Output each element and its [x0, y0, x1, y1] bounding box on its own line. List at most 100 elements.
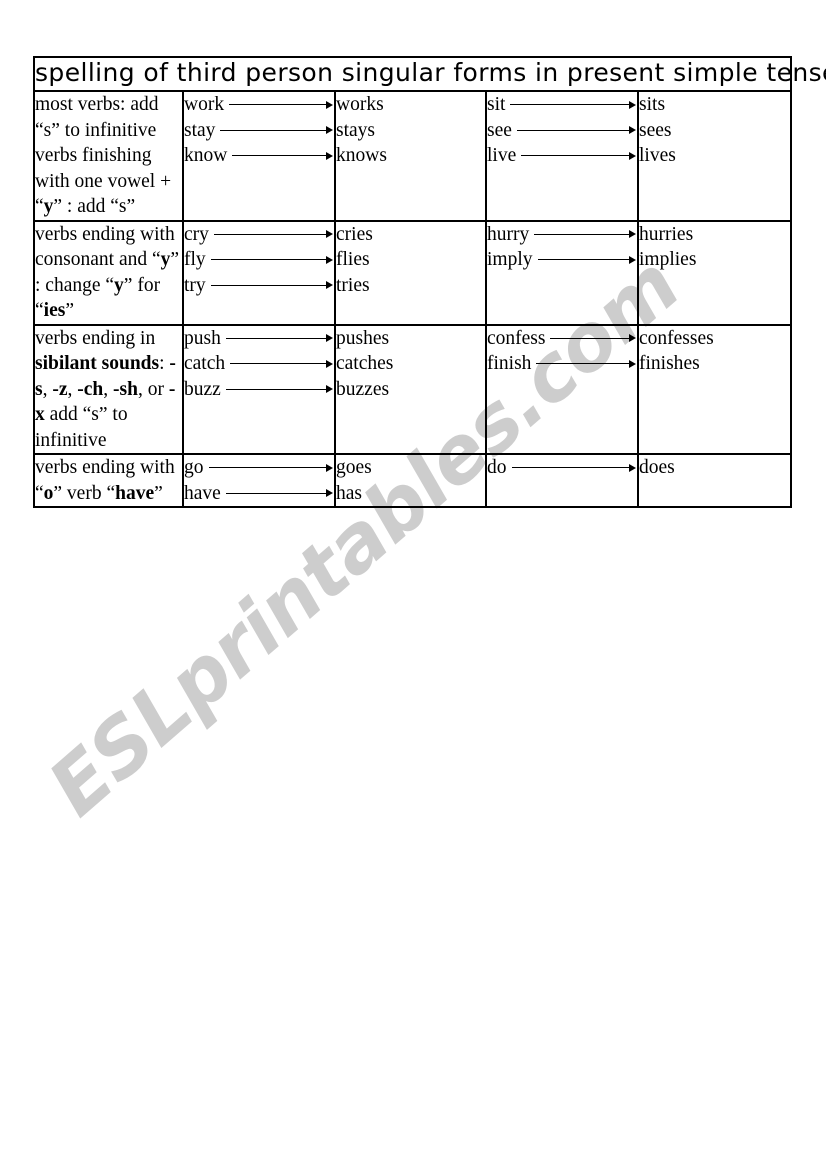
- word-segment-stem: know: [336, 145, 380, 166]
- arrow-right-icon: [225, 334, 333, 343]
- word-segment-ending: s: [376, 94, 384, 115]
- arrow-right-icon: [516, 126, 636, 135]
- word-segment-sibilant: sh: [666, 353, 684, 374]
- word-segment-stem: impl: [639, 249, 675, 270]
- word-segment-stem: buz: [336, 378, 365, 400]
- spelling-rule-cell: verbs ending with “o” verb “have”: [33, 453, 184, 508]
- third-person-form: goes: [336, 455, 485, 481]
- infinitive-row: have: [184, 481, 334, 507]
- word-segment-stem: do: [639, 457, 659, 478]
- table-row: verbs ending in sibilant sounds: -s, -z,…: [33, 323, 793, 455]
- infinitive-word: do: [487, 457, 507, 478]
- infinitive-word: buzz: [184, 378, 221, 400]
- word-segment-sibilant: z: [364, 378, 373, 400]
- third-person-form: flies: [336, 247, 485, 273]
- arrow-right-icon: [220, 126, 333, 135]
- spelling-rules-table: spelling of third person singular forms …: [32, 56, 826, 508]
- infinitive-row: try: [184, 273, 334, 299]
- word-segment-stem: confes: [639, 327, 690, 349]
- worksheet: spelling of third person singular forms …: [32, 56, 826, 508]
- infinitive-cell: hurry imply: [485, 219, 639, 326]
- infinitive-row: confess: [487, 326, 637, 352]
- word-segment-stem: stay: [336, 119, 368, 141]
- arrow-right-icon: [225, 489, 333, 498]
- infinitive-cell: sit see live: [485, 90, 639, 222]
- worksheet-title-cell: spelling of third person singular forms …: [32, 56, 826, 92]
- spelling-rule-text: verbs ending with consonant and “y” : ch…: [35, 223, 180, 322]
- third-person-form: cries: [336, 222, 485, 248]
- infinitive-row: finish: [487, 351, 637, 377]
- word-segment-ending: es: [372, 327, 390, 349]
- third-person-form: does: [639, 455, 790, 481]
- arrow-right-icon: [213, 230, 333, 239]
- arrow-right-icon: [511, 463, 636, 472]
- infinitive-word: live: [487, 145, 517, 166]
- word-segment-ending: es: [355, 457, 372, 478]
- word-segment-sibilant: s: [689, 327, 698, 349]
- third-person-form-cell: works stays knows: [334, 90, 487, 222]
- third-person-form: stays: [336, 118, 485, 144]
- infinitive-word: know: [184, 145, 228, 166]
- word-segment-ending: ies: [674, 249, 697, 270]
- word-segment-stem: work: [336, 94, 377, 115]
- infinitive-row: work: [184, 92, 334, 118]
- infinitive-row: live: [487, 143, 637, 169]
- infinitive-row: buzz: [184, 377, 334, 403]
- word-segment-ending: s: [367, 119, 376, 141]
- third-person-form-cell: cries flies tries: [334, 219, 487, 326]
- word-segment-ending: s: [379, 145, 387, 166]
- infinitive-row: hurry: [487, 222, 637, 248]
- third-person-form: has: [336, 481, 485, 507]
- word-segment-stem: go: [336, 457, 356, 478]
- spelling-rule-cell: most verbs: add “s” to infinitive verbs …: [33, 90, 184, 222]
- word-segment-stem: fini: [639, 353, 667, 374]
- infinitive-row: catch: [184, 351, 334, 377]
- arrow-right-icon: [521, 151, 636, 160]
- word-segment-ending: es: [658, 457, 675, 478]
- arrow-right-icon: [537, 255, 636, 264]
- word-segment-ending: es: [697, 327, 714, 349]
- infinitive-row: push: [184, 326, 334, 352]
- third-person-form-cell: does: [636, 453, 793, 508]
- word-segment-stem: see: [639, 119, 664, 141]
- third-person-form: sits: [639, 92, 790, 118]
- page-title: spelling of third person singular forms …: [35, 58, 826, 87]
- infinitive-row: fly: [184, 247, 334, 273]
- word-segment-stem: pu: [336, 327, 356, 349]
- arrow-right-icon: [232, 151, 333, 160]
- third-person-form: finishes: [639, 351, 790, 377]
- infinitive-word: go: [184, 457, 204, 478]
- word-segment-ending: es: [683, 353, 700, 374]
- infinitive-row: sit: [487, 92, 637, 118]
- word-segment-ending: es: [372, 378, 390, 400]
- infinitive-row: cry: [184, 222, 334, 248]
- infinitive-row: do: [487, 455, 637, 481]
- third-person-form: pushes: [336, 326, 485, 352]
- third-person-form: lives: [639, 143, 790, 169]
- word-segment-ending: ies: [347, 274, 370, 296]
- third-person-form: sees: [639, 118, 790, 144]
- word-segment-ending: ies: [347, 249, 370, 270]
- third-person-form-cell: confesses finishes: [636, 323, 793, 455]
- word-segment-ending: ies: [351, 223, 373, 245]
- word-segment-stem: cat: [336, 353, 359, 374]
- arrow-right-icon: [229, 100, 333, 109]
- spelling-rule-text: most verbs: add “s” to infinitive verbs …: [35, 94, 172, 217]
- third-person-form: works: [336, 92, 485, 118]
- word-segment-stem: cr: [336, 223, 352, 245]
- infinitive-row: see: [487, 118, 637, 144]
- spelling-rule-cell: verbs ending with consonant and “y” : ch…: [33, 219, 184, 326]
- third-person-form: catches: [336, 351, 485, 377]
- infinitive-word: have: [184, 482, 221, 504]
- infinitive-cell: cry fly try: [182, 219, 336, 326]
- third-person-form: implies: [639, 247, 790, 273]
- infinitive-word: see: [487, 119, 512, 141]
- infinitive-word: stay: [184, 119, 216, 141]
- word-segment-ending: s: [663, 119, 672, 141]
- infinitive-word: imply: [487, 249, 533, 270]
- infinitive-row: know: [184, 143, 334, 169]
- word-segment-stem: fl: [336, 249, 348, 270]
- arrow-right-icon: [225, 385, 333, 394]
- arrow-right-icon: [536, 359, 636, 368]
- third-person-form: tries: [336, 273, 485, 299]
